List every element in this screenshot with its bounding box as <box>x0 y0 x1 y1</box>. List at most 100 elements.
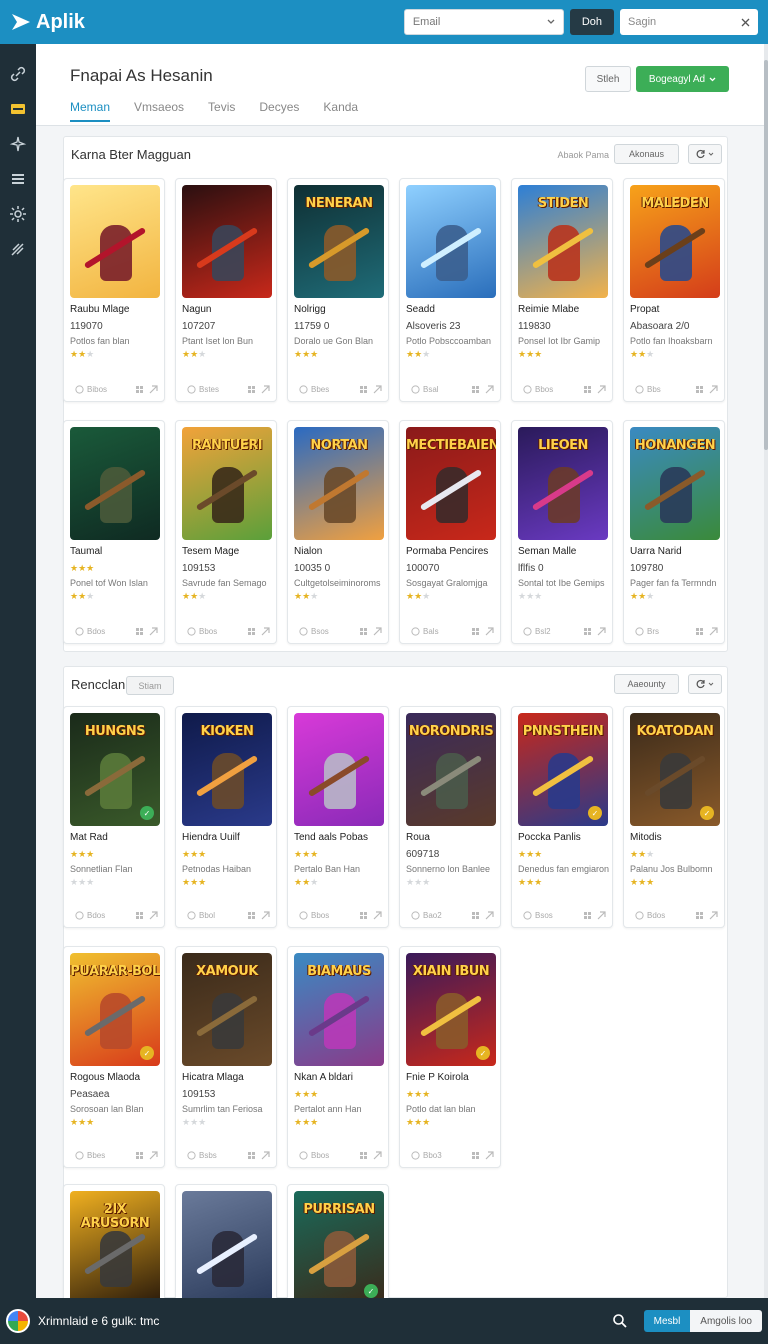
game-thumbnail[interactable]: KIOKEN <box>182 713 272 826</box>
doh-button[interactable]: Doh <box>569 9 614 35</box>
share-icon[interactable] <box>372 910 382 920</box>
rocket-icon[interactable] <box>8 239 28 259</box>
search-input[interactable]: Sagin <box>620 9 758 35</box>
sort-button[interactable] <box>688 144 722 164</box>
game-thumbnail[interactable]: KOATODAN ✓ <box>630 713 720 826</box>
sort-button[interactable] <box>688 674 722 694</box>
game-thumbnail[interactable]: NORONDRIS <box>406 713 496 826</box>
tab-kanda[interactable]: Kanda <box>323 100 358 122</box>
game-card[interactable]: PNNSTHEIN ✓ Poccka Panlis ★★★ Denedus fan em… <box>511 706 613 928</box>
game-card[interactable]: KOATODAN ✓ Mitodis ★★★ Palanu Jos Bulbomn ★★★… <box>623 706 725 928</box>
game-thumbnail[interactable] <box>70 185 160 298</box>
share-icon[interactable] <box>484 1150 494 1160</box>
share-icon[interactable] <box>484 626 494 636</box>
primary-dropdown-button[interactable]: Bogeagyl Ad <box>636 66 729 92</box>
app-badge-icon[interactable] <box>6 1309 30 1333</box>
game-thumbnail[interactable]: PUARAR-BOL ✓ <box>70 953 160 1066</box>
gear-icon[interactable] <box>8 204 28 224</box>
grid-icon[interactable] <box>694 910 704 920</box>
share-icon[interactable] <box>596 384 606 394</box>
grid-icon[interactable] <box>470 910 480 920</box>
share-icon[interactable] <box>372 384 382 394</box>
game-thumbnail[interactable]: RANTUERI <box>182 427 272 540</box>
share-icon[interactable] <box>596 910 606 920</box>
share-icon[interactable] <box>372 626 382 636</box>
tab-tevis[interactable]: Tevis <box>208 100 235 122</box>
game-card[interactable]: NORONDRIS Roua 609718 Sonnerno lon Banlee ★★… <box>399 706 501 928</box>
game-thumbnail[interactable]: HUNGNS ✓ <box>70 713 160 826</box>
game-thumbnail[interactable]: MALEDEN <box>630 185 720 298</box>
game-card[interactable]: Tend aals Pobas ★★★ Pertalo Ban Han ★★★ Bbos <box>287 706 389 928</box>
game-card[interactable]: BIAMAUS Nkan A bldari ★★★ Pertalot ann Han ★… <box>287 946 389 1168</box>
section-link[interactable]: Abaok Pama <box>557 150 609 160</box>
game-card[interactable]: Nagun 107207 Ptant Iset lon Bun ★★★ Bstes <box>175 178 277 402</box>
game-card[interactable]: STIDEN Reimie Mlabe 119830 Ponsel Iot Ibr G… <box>511 178 613 402</box>
game-card[interactable]: MALEDEN Propat Abasoara 2/0 Potlo fan Ihoak… <box>623 178 725 402</box>
game-card[interactable]: XIAIN IBUN ✓ Fnie P Koirola ★★★ Potlo dat la… <box>399 946 501 1168</box>
game-thumbnail[interactable] <box>406 185 496 298</box>
grid-icon[interactable] <box>246 626 256 636</box>
grid-icon[interactable] <box>470 384 480 394</box>
share-icon[interactable] <box>148 626 158 636</box>
share-icon[interactable] <box>708 384 718 394</box>
grid-icon[interactable] <box>694 384 704 394</box>
stleh-button[interactable]: Stleh <box>585 66 631 92</box>
game-thumbnail[interactable] <box>182 1191 272 1298</box>
share-icon[interactable] <box>260 384 270 394</box>
game-thumbnail[interactable]: XAMOUK <box>182 953 272 1066</box>
game-card[interactable]: PUARAR-BOL ✓ Rogous Mlaoda Peasaea Sorosoan … <box>63 946 165 1168</box>
game-card[interactable]: Taumal ★★★ Ponel tof Won Islan ★★★ Bdos <box>63 420 165 644</box>
share-icon[interactable] <box>148 384 158 394</box>
share-icon[interactable] <box>148 910 158 920</box>
game-thumbnail[interactable]: PURRISAN ✓ <box>294 1191 384 1298</box>
share-icon[interactable] <box>708 910 718 920</box>
grid-icon[interactable] <box>358 626 368 636</box>
grid-icon[interactable] <box>246 1150 256 1160</box>
mesbl-button[interactable]: Mesbl <box>643 1310 691 1332</box>
game-thumbnail[interactable] <box>294 713 384 826</box>
game-card[interactable]: RANTUERI Tesem Mage 109153 Savrude fan Sema… <box>175 420 277 644</box>
section-dropdown[interactable]: Akonaus <box>614 144 679 164</box>
game-thumbnail[interactable]: HONANGEN <box>630 427 720 540</box>
game-card[interactable]: KIOKEN Hiendra Uuilf ★★★ Petnodas Haiban ★★★… <box>175 706 277 928</box>
share-icon[interactable] <box>260 626 270 636</box>
game-thumbnail[interactable]: STIDEN <box>518 185 608 298</box>
share-icon[interactable] <box>484 910 494 920</box>
grid-icon[interactable] <box>134 626 144 636</box>
scrollbar-thumb[interactable] <box>764 60 768 450</box>
game-card[interactable] <box>175 1184 277 1298</box>
grid-icon[interactable] <box>470 626 480 636</box>
game-thumbnail[interactable]: BIAMAUS <box>294 953 384 1066</box>
game-thumbnail[interactable]: PNNSTHEIN ✓ <box>518 713 608 826</box>
email-select[interactable]: Email <box>403 9 564 35</box>
close-icon[interactable] <box>741 18 750 27</box>
grid-icon[interactable] <box>134 1150 144 1160</box>
game-card[interactable]: HUNGNS ✓ Mat Rad ★★★ Sonnetlian Flan ★★★ Bdos <box>63 706 165 928</box>
section-chip[interactable]: Stiam <box>126 676 174 695</box>
share-icon[interactable] <box>708 626 718 636</box>
game-card[interactable]: NENERAN Nolrigg 11759 0 Doralo ue Gon Blan ★… <box>287 178 389 402</box>
game-thumbnail[interactable]: LIEOEN <box>518 427 608 540</box>
game-thumbnail[interactable] <box>70 427 160 540</box>
menu-icon[interactable] <box>8 169 28 189</box>
search-icon[interactable] <box>608 1309 632 1333</box>
game-card[interactable]: XAMOUK Hicatra Mlaga 109153 Sumrlim tan Fer… <box>175 946 277 1168</box>
game-thumbnail[interactable]: NENERAN <box>294 185 384 298</box>
share-icon[interactable] <box>260 910 270 920</box>
game-thumbnail[interactable] <box>182 185 272 298</box>
game-card[interactable]: Raubu Mlage 119070 Potlos fan blan ★★★ Bibos <box>63 178 165 402</box>
card-icon[interactable] <box>8 99 28 119</box>
grid-icon[interactable] <box>582 384 592 394</box>
share-icon[interactable] <box>372 1150 382 1160</box>
game-card[interactable]: PURRISAN ✓ <box>287 1184 389 1298</box>
section-dropdown[interactable]: Aaeounty <box>614 674 679 694</box>
game-thumbnail[interactable]: NORTAN <box>294 427 384 540</box>
tab-decyes[interactable]: Decyes <box>259 100 299 122</box>
game-card[interactable]: Seadd Alsoveris 23 Potlo Pobsccoamban ★★★ Bs… <box>399 178 501 402</box>
grid-icon[interactable] <box>246 910 256 920</box>
grid-icon[interactable] <box>470 1150 480 1160</box>
app-logo[interactable]: Aplik <box>10 11 85 34</box>
game-thumbnail[interactable]: 2IX ARUSORN <box>70 1191 160 1298</box>
game-card[interactable]: LIEOEN Seman Malle lflfis 0 Sontal tot Ibe … <box>511 420 613 644</box>
game-card[interactable]: NORTAN Nialon 10035 0 Cultgetolseiminoroms ★… <box>287 420 389 644</box>
